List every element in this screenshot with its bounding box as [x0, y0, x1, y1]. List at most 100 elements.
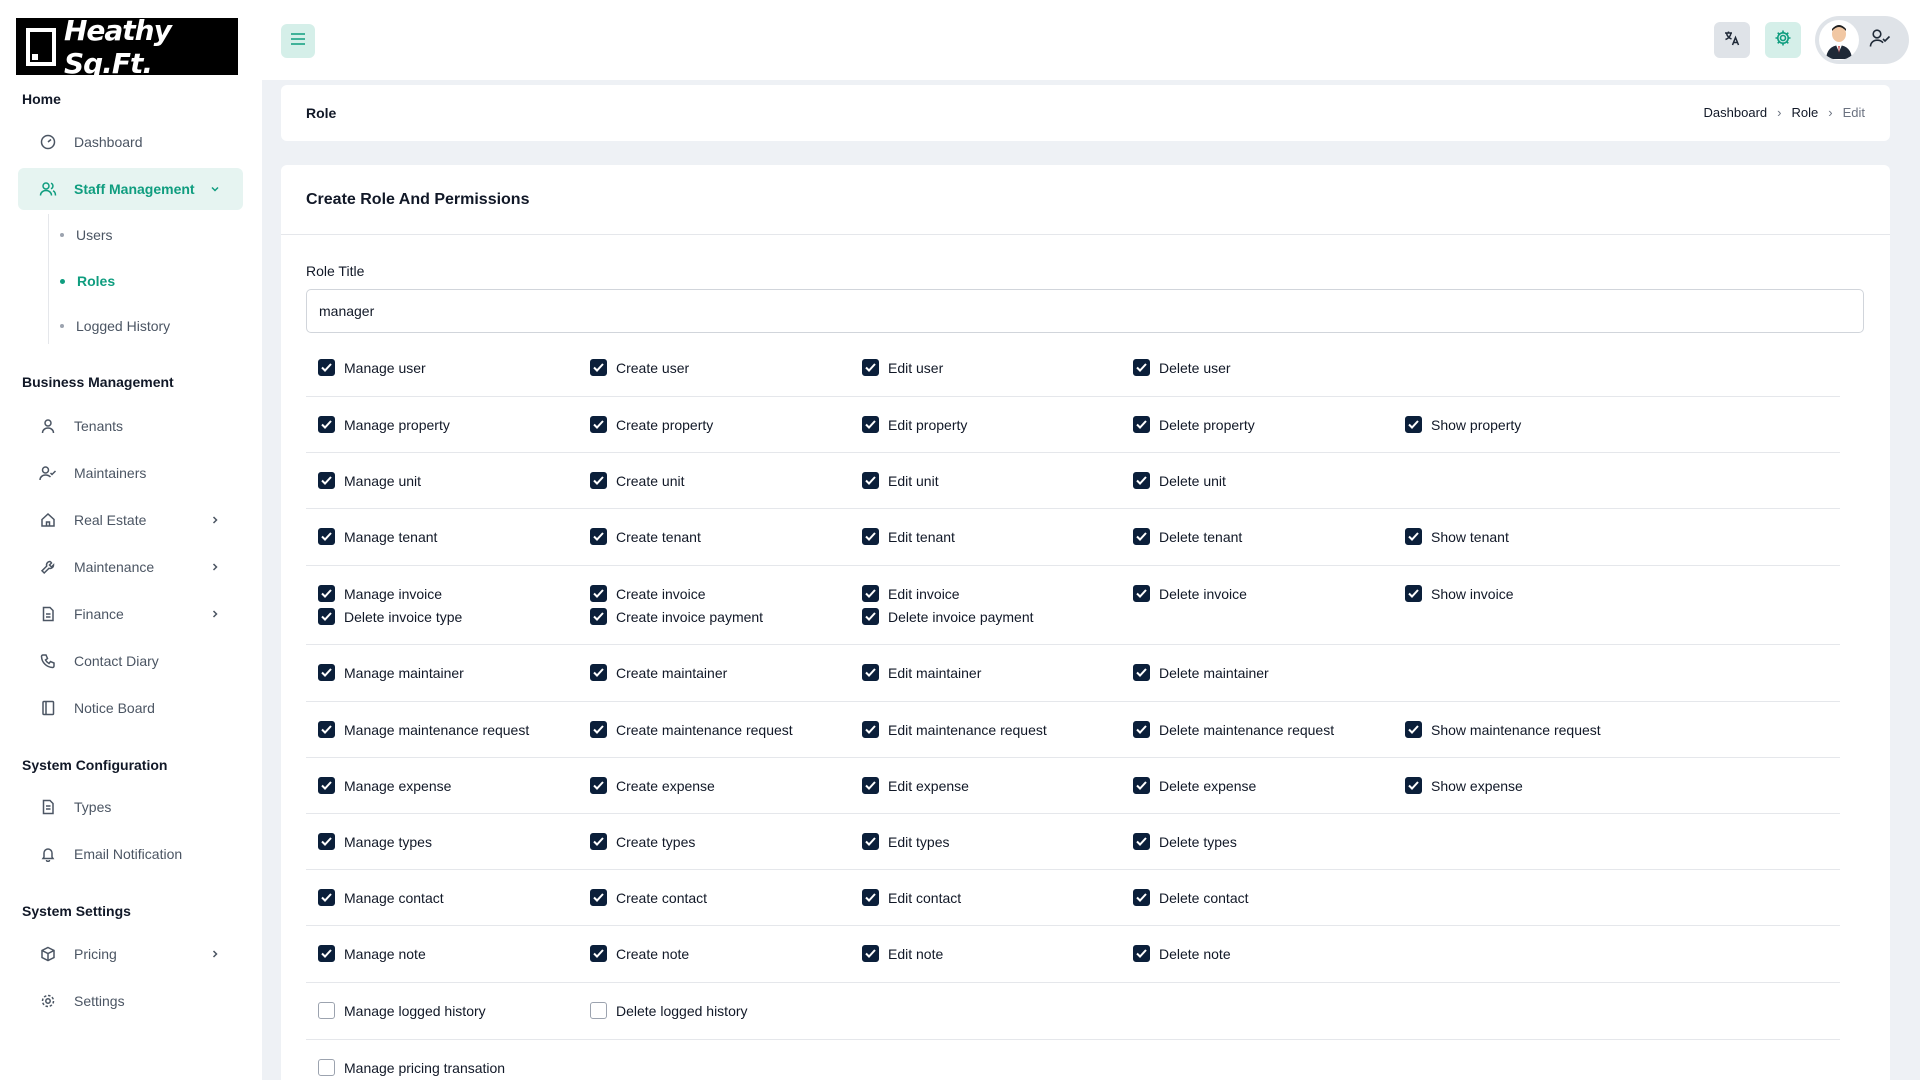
checkbox-checked-icon[interactable]: [1133, 528, 1150, 545]
permission-checkbox[interactable]: Edit tenant: [862, 528, 955, 545]
permission-checkbox[interactable]: Edit unit: [862, 472, 939, 489]
checkbox-checked-icon[interactable]: [318, 833, 335, 850]
checkbox-unchecked-icon[interactable]: [318, 1059, 335, 1076]
checkbox-checked-icon[interactable]: [1405, 777, 1422, 794]
checkbox-checked-icon[interactable]: [318, 416, 335, 433]
permission-checkbox[interactable]: Edit expense: [862, 777, 969, 794]
checkbox-checked-icon[interactable]: [590, 664, 607, 681]
checkbox-checked-icon[interactable]: [590, 889, 607, 906]
permission-checkbox[interactable]: Manage note: [318, 945, 426, 962]
permission-checkbox[interactable]: Create contact: [590, 889, 707, 906]
theme-settings-button[interactable]: [1765, 22, 1801, 58]
permission-checkbox[interactable]: Delete invoice payment: [862, 608, 1034, 625]
checkbox-checked-icon[interactable]: [318, 721, 335, 738]
permission-checkbox[interactable]: Edit maintenance request: [862, 721, 1047, 738]
permission-checkbox[interactable]: Delete invoice type: [318, 608, 462, 625]
checkbox-checked-icon[interactable]: [590, 721, 607, 738]
sidebar-subitem-logged-history[interactable]: Logged History: [60, 318, 170, 334]
permission-checkbox[interactable]: Show tenant: [1405, 528, 1509, 545]
checkbox-checked-icon[interactable]: [862, 472, 879, 489]
user-profile-menu[interactable]: [1815, 16, 1909, 64]
checkbox-checked-icon[interactable]: [862, 664, 879, 681]
checkbox-checked-icon[interactable]: [1133, 889, 1150, 906]
checkbox-checked-icon[interactable]: [318, 664, 335, 681]
permission-checkbox[interactable]: Create maintenance request: [590, 721, 793, 738]
sidebar-subitem-users[interactable]: Users: [60, 227, 113, 243]
permission-checkbox[interactable]: Delete property: [1133, 416, 1255, 433]
sidebar-item-types[interactable]: Types: [18, 786, 243, 828]
checkbox-checked-icon[interactable]: [590, 608, 607, 625]
checkbox-checked-icon[interactable]: [318, 359, 335, 376]
checkbox-checked-icon[interactable]: [862, 721, 879, 738]
permission-checkbox[interactable]: Show property: [1405, 416, 1521, 433]
permission-checkbox[interactable]: Manage invoice: [318, 585, 442, 602]
permission-checkbox[interactable]: Manage contact: [318, 889, 444, 906]
permission-checkbox[interactable]: Create types: [590, 833, 695, 850]
sidebar-item-contact-diary[interactable]: Contact Diary: [18, 640, 243, 682]
checkbox-checked-icon[interactable]: [318, 889, 335, 906]
permission-checkbox[interactable]: Edit user: [862, 359, 943, 376]
permission-checkbox[interactable]: Create property: [590, 416, 713, 433]
checkbox-unchecked-icon[interactable]: [590, 1002, 607, 1019]
sidebar-item-tenants[interactable]: Tenants: [18, 405, 243, 447]
checkbox-checked-icon[interactable]: [1405, 528, 1422, 545]
checkbox-checked-icon[interactable]: [862, 945, 879, 962]
checkbox-checked-icon[interactable]: [590, 472, 607, 489]
checkbox-checked-icon[interactable]: [590, 833, 607, 850]
permission-checkbox[interactable]: Delete types: [1133, 833, 1237, 850]
permission-checkbox[interactable]: Edit types: [862, 833, 949, 850]
checkbox-checked-icon[interactable]: [590, 528, 607, 545]
permission-checkbox[interactable]: Show invoice: [1405, 585, 1514, 602]
permission-checkbox[interactable]: Manage expense: [318, 777, 451, 794]
checkbox-checked-icon[interactable]: [862, 359, 879, 376]
checkbox-checked-icon[interactable]: [590, 585, 607, 602]
checkbox-checked-icon[interactable]: [318, 608, 335, 625]
checkbox-checked-icon[interactable]: [1133, 664, 1150, 681]
checkbox-checked-icon[interactable]: [1133, 416, 1150, 433]
permission-checkbox[interactable]: Manage types: [318, 833, 432, 850]
permission-checkbox[interactable]: Delete contact: [1133, 889, 1249, 906]
checkbox-checked-icon[interactable]: [1133, 585, 1150, 602]
checkbox-checked-icon[interactable]: [1133, 472, 1150, 489]
permission-checkbox[interactable]: Edit maintainer: [862, 664, 981, 681]
checkbox-checked-icon[interactable]: [318, 528, 335, 545]
permission-checkbox[interactable]: Create invoice payment: [590, 608, 763, 625]
checkbox-checked-icon[interactable]: [590, 777, 607, 794]
permission-checkbox[interactable]: Manage maintainer: [318, 664, 464, 681]
checkbox-checked-icon[interactable]: [318, 472, 335, 489]
checkbox-checked-icon[interactable]: [318, 585, 335, 602]
sidebar-item-real-estate[interactable]: Real Estate: [18, 499, 243, 541]
permission-checkbox[interactable]: Manage pricing transation: [318, 1059, 505, 1076]
permission-checkbox[interactable]: Manage user: [318, 359, 426, 376]
permission-checkbox[interactable]: Edit note: [862, 945, 943, 962]
permission-checkbox[interactable]: Create note: [590, 945, 689, 962]
permission-checkbox[interactable]: Show maintenance request: [1405, 721, 1601, 738]
permission-checkbox[interactable]: Delete tenant: [1133, 528, 1242, 545]
sidebar-item-dashboard[interactable]: Dashboard: [18, 121, 243, 163]
permission-checkbox[interactable]: Manage logged history: [318, 1002, 486, 1019]
checkbox-checked-icon[interactable]: [1133, 777, 1150, 794]
checkbox-checked-icon[interactable]: [862, 528, 879, 545]
permission-checkbox[interactable]: Create invoice: [590, 585, 706, 602]
checkbox-checked-icon[interactable]: [1133, 945, 1150, 962]
permission-checkbox[interactable]: Delete expense: [1133, 777, 1256, 794]
checkbox-checked-icon[interactable]: [318, 945, 335, 962]
permission-checkbox[interactable]: Edit property: [862, 416, 967, 433]
checkbox-checked-icon[interactable]: [1405, 416, 1422, 433]
checkbox-checked-icon[interactable]: [862, 777, 879, 794]
role-title-input[interactable]: [306, 289, 1864, 333]
permission-checkbox[interactable]: Edit contact: [862, 889, 961, 906]
permission-checkbox[interactable]: Delete user: [1133, 359, 1231, 376]
checkbox-checked-icon[interactable]: [1133, 359, 1150, 376]
checkbox-unchecked-icon[interactable]: [318, 1002, 335, 1019]
checkbox-checked-icon[interactable]: [590, 416, 607, 433]
language-button[interactable]: [1714, 22, 1750, 58]
checkbox-checked-icon[interactable]: [862, 608, 879, 625]
checkbox-checked-icon[interactable]: [1133, 721, 1150, 738]
sidebar-item-finance[interactable]: Finance: [18, 593, 243, 635]
permission-checkbox[interactable]: Delete note: [1133, 945, 1231, 962]
permission-checkbox[interactable]: Create user: [590, 359, 689, 376]
checkbox-checked-icon[interactable]: [590, 359, 607, 376]
permission-checkbox[interactable]: Delete maintainer: [1133, 664, 1269, 681]
permission-checkbox[interactable]: Delete unit: [1133, 472, 1226, 489]
